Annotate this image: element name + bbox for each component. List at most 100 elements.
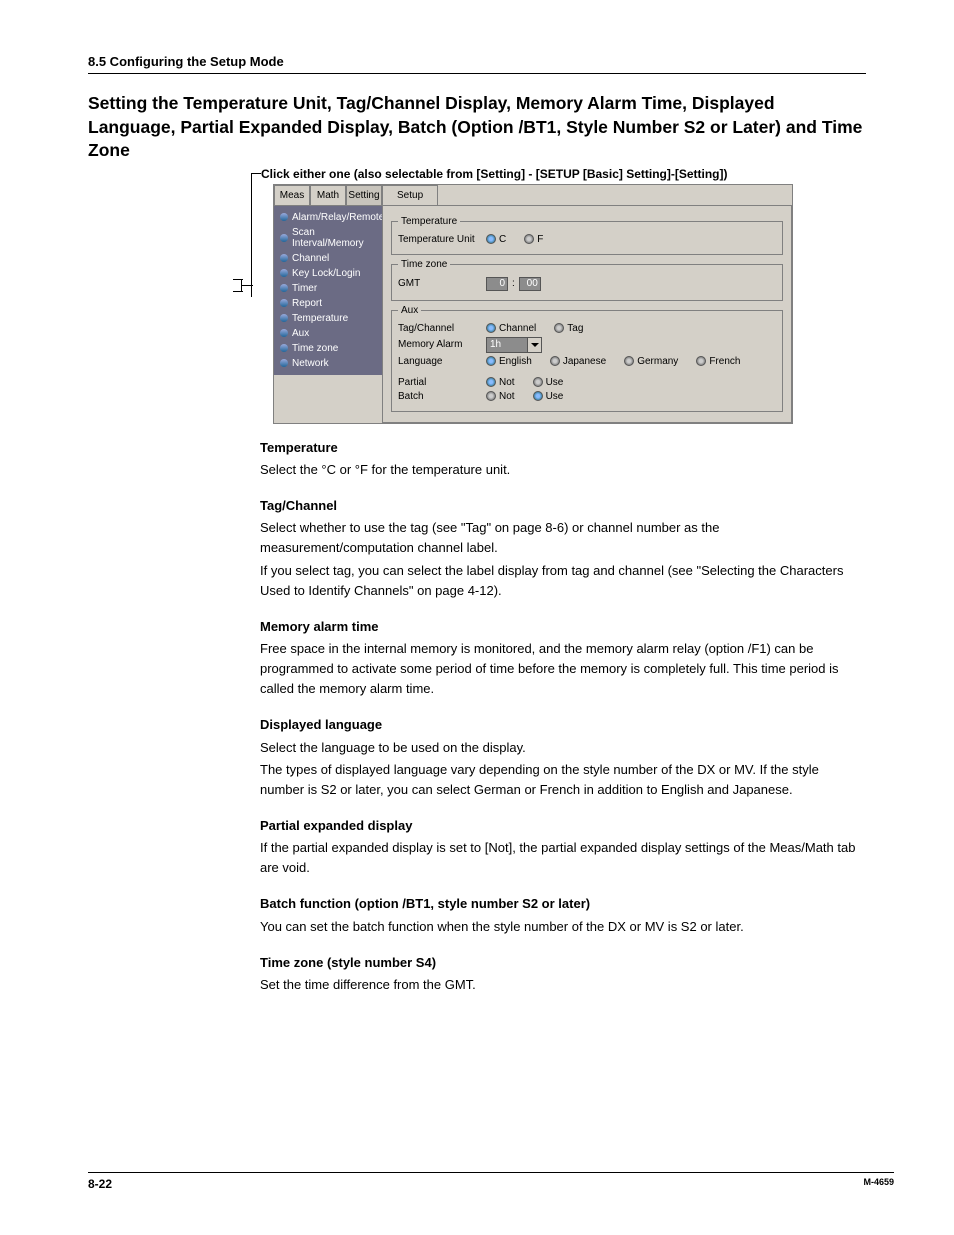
heading-memalarm: Memory alarm time (260, 617, 866, 637)
menu-timer[interactable]: Timer (274, 281, 382, 296)
field-label: Batch (398, 391, 486, 402)
tab-setting[interactable]: Setting (346, 185, 382, 206)
field-label: Partial (398, 377, 486, 388)
radio-label: F (537, 234, 543, 245)
menu-alarm[interactable]: Alarm/Relay/Remote (274, 210, 382, 225)
group-legend: Aux (398, 305, 421, 316)
radio-channel[interactable]: Channel (486, 323, 536, 334)
hint-bracket (233, 291, 243, 292)
bullet-icon (280, 299, 288, 307)
para: You can set the batch function when the … (260, 917, 866, 937)
bullet-icon (280, 269, 288, 277)
para: Select whether to use the tag (see "Tag"… (260, 518, 866, 558)
heading-temperature: Temperature (260, 438, 866, 458)
radio-batch-use[interactable]: Use (533, 391, 564, 402)
radio-label: French (709, 356, 740, 367)
menu-label: Aux (292, 328, 309, 339)
radio-label: Japanese (563, 356, 606, 367)
menu-temperature[interactable]: Temperature (274, 311, 382, 326)
group-aux: Aux Tag/Channel Channel Tag Memory Alarm (391, 305, 783, 412)
menu-label: Time zone (292, 343, 338, 354)
menu-label: Scan Interval/Memory (292, 227, 376, 249)
bullet-icon (280, 344, 288, 352)
radio-icon (524, 234, 534, 244)
bullet-icon (280, 213, 288, 221)
bullet-icon (280, 329, 288, 337)
radio-icon (486, 234, 496, 244)
menu-channel[interactable]: Channel (274, 251, 382, 266)
field-label: GMT (398, 278, 486, 289)
doc-number: M-4659 (863, 1177, 894, 1191)
heading-language: Displayed language (260, 715, 866, 735)
gmt-min-input[interactable]: 00 (519, 277, 541, 291)
radio-temp-f[interactable]: F (524, 234, 543, 245)
hint-bracket (233, 279, 243, 280)
para: If you select tag, you can select the la… (260, 561, 866, 601)
bullet-icon (280, 234, 288, 242)
radio-icon (624, 356, 634, 366)
radio-english[interactable]: English (486, 356, 532, 367)
radio-partial-not[interactable]: Not (486, 377, 515, 388)
radio-icon (696, 356, 706, 366)
group-legend: Temperature (398, 216, 460, 227)
field-label: Tag/Channel (398, 323, 486, 334)
menu-scan[interactable]: Scan Interval/Memory (274, 225, 382, 251)
tab-meas[interactable]: Meas (274, 185, 310, 206)
para: Select the language to be used on the di… (260, 738, 866, 758)
menu-label: Report (292, 298, 322, 309)
screenshot-hint: Click either one (also selectable from [… (261, 167, 866, 181)
para: Select the °C or °F for the temperature … (260, 460, 866, 480)
radio-partial-use[interactable]: Use (533, 377, 564, 388)
radio-french[interactable]: French (696, 356, 740, 367)
heading-timezone: Time zone (style number S4) (260, 953, 866, 973)
chevron-down-icon (527, 338, 541, 352)
page-number: 8-22 (88, 1177, 112, 1191)
app-window: Meas Math Setting Alarm/Relay/Remote Sca… (273, 184, 793, 424)
tab-setup[interactable]: Setup (382, 185, 438, 206)
bullet-icon (280, 284, 288, 292)
radio-batch-not[interactable]: Not (486, 391, 515, 402)
para: The types of displayed language vary dep… (260, 760, 866, 800)
radio-label: Use (546, 377, 564, 388)
radio-icon (550, 356, 560, 366)
menu-report[interactable]: Report (274, 296, 382, 311)
heading-tagchannel: Tag/Channel (260, 496, 866, 516)
tab-math[interactable]: Math (310, 185, 346, 206)
page-title: Setting the Temperature Unit, Tag/Channe… (88, 92, 866, 163)
menu-aux[interactable]: Aux (274, 326, 382, 341)
hint-bracket (241, 285, 253, 286)
radio-icon (533, 391, 543, 401)
radio-icon (533, 377, 543, 387)
field-label: Memory Alarm (398, 339, 486, 350)
body-text: Temperature Select the °C or °F for the … (260, 438, 866, 995)
field-label: Language (398, 356, 486, 367)
radio-japanese[interactable]: Japanese (550, 356, 606, 367)
menu-label: Channel (292, 253, 329, 264)
hint-text: Click either one (also selectable from [… (261, 167, 728, 181)
radio-icon (554, 323, 564, 333)
radio-label: Not (499, 377, 515, 388)
radio-label: Not (499, 391, 515, 402)
radio-germany[interactable]: Germany (624, 356, 678, 367)
menu-label: Key Lock/Login (292, 268, 360, 279)
hint-bracket (241, 280, 242, 291)
radio-icon (486, 356, 496, 366)
radio-temp-c[interactable]: C (486, 234, 506, 245)
page-footer: 8-22 M-4659 (88, 1172, 894, 1191)
para: Free space in the internal memory is mon… (260, 639, 866, 699)
heading-partial: Partial expanded display (260, 816, 866, 836)
menu-label: Alarm/Relay/Remote (292, 212, 384, 223)
group-timezone: Time zone GMT 0 : 00 (391, 259, 783, 301)
gmt-hour-input[interactable]: 0 (486, 277, 508, 291)
radio-tag[interactable]: Tag (554, 323, 583, 334)
menu-network[interactable]: Network (274, 356, 382, 371)
field-label: Temperature Unit (398, 234, 486, 245)
setup-panel: Temperature Temperature Unit C F Time zo… (382, 205, 792, 423)
bullet-icon (280, 359, 288, 367)
para: If the partial expanded display is set t… (260, 838, 866, 878)
menu-keylock[interactable]: Key Lock/Login (274, 266, 382, 281)
menu-timezone[interactable]: Time zone (274, 341, 382, 356)
memory-alarm-select[interactable]: 1h (486, 337, 542, 353)
radio-label: C (499, 234, 506, 245)
radio-label: Tag (567, 323, 583, 334)
